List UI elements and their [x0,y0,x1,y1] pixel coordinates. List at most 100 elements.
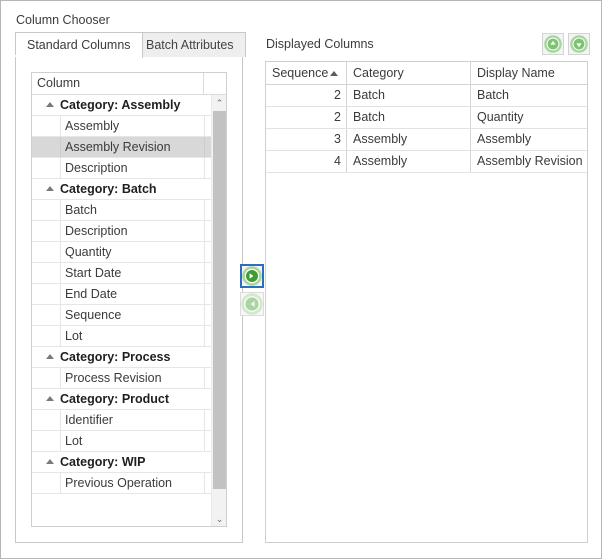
cell-category: Assembly [347,151,471,172]
cell-category: Batch [347,107,471,128]
cell-sequence: 3 [266,129,347,150]
tree-header-column[interactable]: Column [32,73,204,94]
tree-item-row[interactable]: End Date [32,284,213,305]
collapse-triangle-icon[interactable] [46,459,54,464]
tree-item-label: End Date [60,284,204,304]
column-chooser-window: Column Chooser Standard Columns Batch At… [0,0,602,559]
tree-item-label: Identifier [60,410,204,430]
tree-item-row[interactable]: Sequence [32,305,213,326]
tree-item-row[interactable]: Batch [32,200,213,221]
tree-item-row[interactable]: Description [32,158,213,179]
tree-item-indent [32,200,60,220]
tree-item-row[interactable]: Previous Operation [32,473,213,494]
tree-header-spacer[interactable] [204,73,226,94]
table-row[interactable]: 4AssemblyAssembly Revision [266,151,587,173]
tree-group-row[interactable]: Category: WIP [32,452,213,473]
table-row[interactable]: 3AssemblyAssembly [266,129,587,151]
grid-header-sequence[interactable]: Sequence [266,62,347,84]
tree-item-label: Previous Operation [60,473,204,493]
tree-item-row[interactable]: Start Date [32,263,213,284]
tree-item-label: Description [60,158,204,178]
tree-item-indent [32,137,60,157]
collapse-triangle-icon[interactable] [46,354,54,359]
grid-header-row: Sequence Category Display Name [266,62,587,85]
tree-group-row[interactable]: Category: Product [32,389,213,410]
tree-item-row[interactable]: Process Revision [32,368,213,389]
tree-header-row: Column [32,73,226,95]
tree-item-indent [32,431,60,451]
cell-display-name: Batch [471,85,587,106]
cell-sequence: 2 [266,85,347,106]
tree-item-indent [32,305,60,325]
tree-group-label: Category: Process [60,350,170,364]
tree-group-row[interactable]: Category: Process [32,347,213,368]
remove-column-button[interactable] [240,292,264,316]
tree-item-label: Start Date [60,263,204,283]
standard-columns-tree[interactable]: Column Category: Assembly AssemblyAssembl… [31,72,227,527]
tab-batch-attributes[interactable]: Batch Attributes [134,32,246,57]
tree-item-row[interactable]: Lot [32,431,213,452]
scroll-down-icon[interactable]: ⌄ [212,511,227,527]
scrollbar-thumb[interactable] [213,111,226,489]
cell-display-name: Quantity [471,107,587,128]
page-title: Column Chooser [16,13,110,27]
arrow-down-circle-icon [569,34,589,54]
tree-item-label: Description [60,221,204,241]
tree-item-indent [32,284,60,304]
tree-item-indent [32,410,60,430]
table-row[interactable]: 2BatchBatch [266,85,587,107]
tree-item-row[interactable]: Identifier [32,410,213,431]
cell-display-name: Assembly Revision [471,151,587,172]
tree-item-indent [32,158,60,178]
cell-category: Batch [347,85,471,106]
cell-sequence: 2 [266,107,347,128]
tree-item-indent [32,368,60,388]
tree-row-list: Category: Assembly AssemblyAssembly Revis… [32,95,213,527]
move-up-button[interactable] [542,33,564,55]
tree-group-label: Category: Product [60,392,169,406]
tree-item-label: Assembly [60,116,204,136]
tree-group-label: Category: Batch [60,182,157,196]
scroll-up-icon[interactable]: ⌃ [212,95,227,111]
arrow-up-circle-icon [543,34,563,54]
tree-item-indent [32,242,60,262]
tab-standard-columns-label: Standard Columns [27,38,131,52]
tree-item-row[interactable]: Assembly Revision [32,137,213,158]
tree-group-row[interactable]: Category: Assembly [32,95,213,116]
collapse-triangle-icon[interactable] [46,396,54,401]
arrow-right-circle-icon [242,266,262,286]
tree-item-indent [32,221,60,241]
tree-item-row[interactable]: Lot [32,326,213,347]
collapse-triangle-icon[interactable] [46,102,54,107]
tree-group-label: Category: Assembly [60,98,180,112]
grid-header-category[interactable]: Category [347,62,471,84]
tree-item-label: Quantity [60,242,204,262]
cell-display-name: Assembly [471,129,587,150]
tree-group-row[interactable]: Category: Batch [32,179,213,200]
move-down-button[interactable] [568,33,590,55]
tree-item-indent [32,116,60,136]
tree-item-label: Assembly Revision [60,137,204,157]
add-column-button[interactable] [240,264,264,288]
tree-item-label: Lot [60,326,204,346]
grid-header-display-name[interactable]: Display Name [471,62,587,84]
arrow-left-circle-icon [241,293,263,315]
collapse-triangle-icon[interactable] [46,186,54,191]
table-row[interactable]: 2BatchQuantity [266,107,587,129]
grid-row-list: 2BatchBatch2BatchQuantity3AssemblyAssemb… [266,85,587,173]
tree-item-indent [32,326,60,346]
tree-item-label: Process Revision [60,368,204,388]
tree-item-row[interactable]: Quantity [32,242,213,263]
tree-group-label: Category: WIP [60,455,145,469]
tree-item-label: Batch [60,200,204,220]
tab-strip: Standard Columns Batch Attributes [15,32,243,57]
tree-scrollbar[interactable]: ⌃ ⌄ [211,95,226,527]
cell-sequence: 4 [266,151,347,172]
tree-item-row[interactable]: Assembly [32,116,213,137]
tree-item-label: Sequence [60,305,204,325]
tab-batch-attributes-label: Batch Attributes [146,38,234,52]
displayed-columns-grid[interactable]: Sequence Category Display Name 2BatchBat… [265,61,588,543]
tab-active-notch [15,55,134,57]
cell-category: Assembly [347,129,471,150]
tree-item-row[interactable]: Description [32,221,213,242]
